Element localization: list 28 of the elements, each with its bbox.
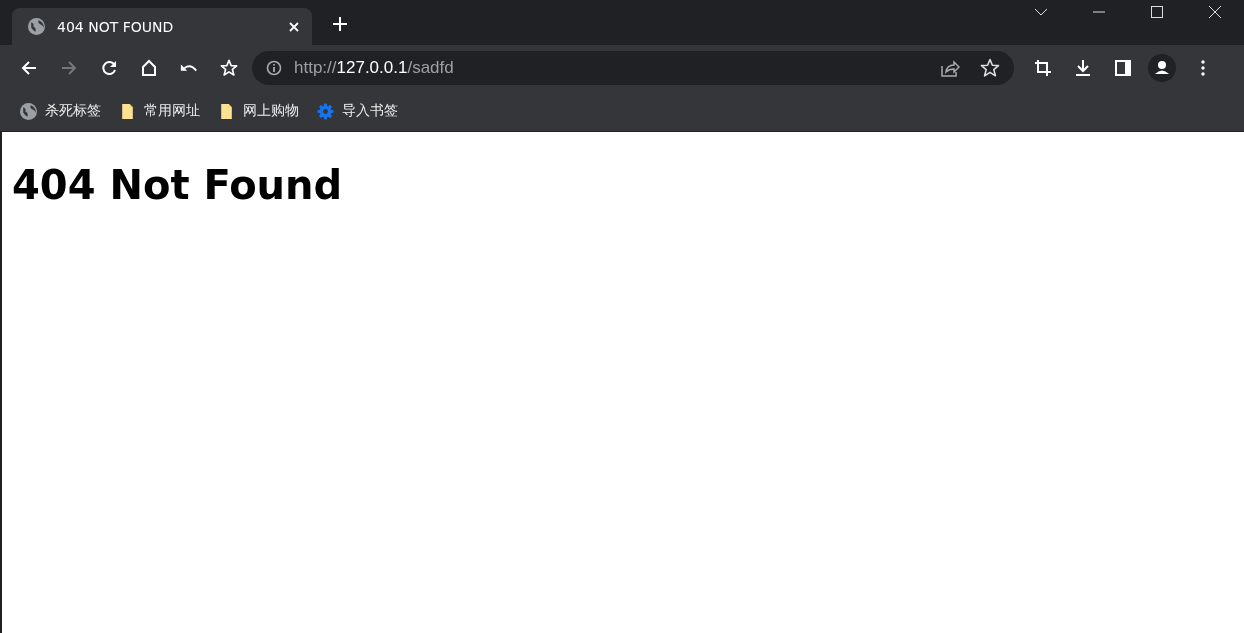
address-bar[interactable]: http://127.0.0.1/sadfd <box>252 51 1014 85</box>
star-icon[interactable] <box>980 58 1000 78</box>
crop-icon[interactable] <box>1034 59 1052 77</box>
share-icon[interactable] <box>940 58 960 78</box>
url-text: http://127.0.0.1/sadfd <box>294 58 454 78</box>
reload-icon[interactable] <box>100 59 118 77</box>
info-icon <box>266 60 282 76</box>
home-icon[interactable] <box>140 59 158 77</box>
bookmark[interactable]: 常用网址 <box>119 102 200 120</box>
download-icon[interactable] <box>1074 59 1092 77</box>
side-panel-icon[interactable] <box>1114 59 1132 77</box>
bookmark[interactable]: 杀死标签 <box>20 102 101 120</box>
close-icon[interactable] <box>1208 5 1222 19</box>
gear-icon <box>317 102 334 120</box>
bookmark[interactable]: 导入书签 <box>317 102 398 120</box>
back-arrow-icon[interactable] <box>20 59 38 77</box>
new-tab-icon[interactable] <box>332 16 348 32</box>
folder-icon <box>119 102 136 120</box>
bookmark[interactable]: 网上购物 <box>218 102 299 120</box>
browser-tab[interactable]: 404 NOT FOUND <box>12 8 312 45</box>
maximize-icon[interactable] <box>1150 5 1164 19</box>
globe-icon <box>20 102 37 120</box>
globe-icon <box>28 18 45 35</box>
profile-avatar-icon[interactable] <box>1148 54 1176 82</box>
tab-title: 404 NOT FOUND <box>57 18 175 35</box>
page-heading: 404 Not Found <box>12 162 343 208</box>
forward-arrow-icon[interactable] <box>60 59 78 77</box>
folder-icon <box>218 102 235 120</box>
